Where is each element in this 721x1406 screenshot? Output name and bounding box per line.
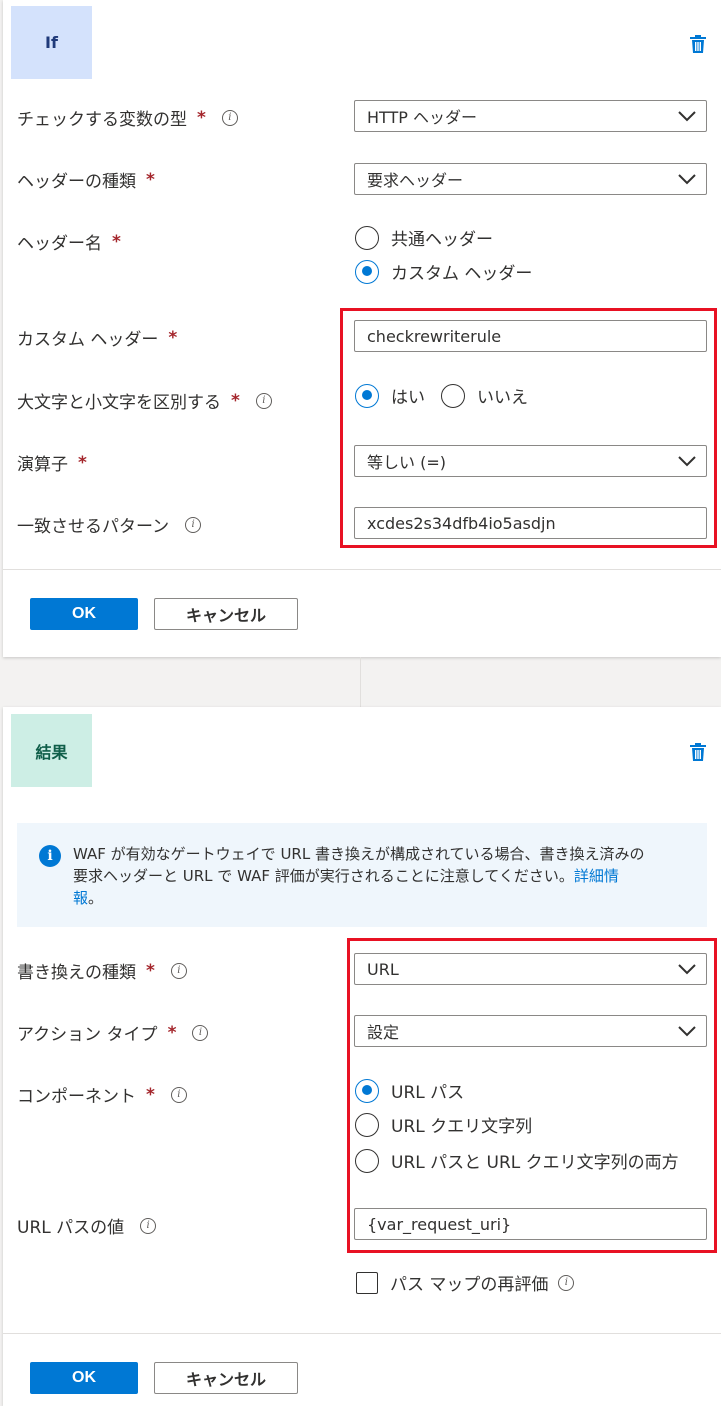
radio-case-no[interactable]: いいえ [441, 383, 528, 408]
info-icon[interactable]: i [255, 392, 272, 409]
info-text-line2: 要求ヘッダーと URL で WAF 評価が実行されることに注意してください。詳細… [73, 867, 619, 885]
radio-button-selected[interactable] [355, 1078, 379, 1103]
info-icon[interactable]: i [170, 962, 187, 979]
radio-button[interactable] [355, 1148, 379, 1173]
info-icon[interactable]: i [558, 1274, 575, 1291]
variable-type-select[interactable]: HTTP ヘッダー [354, 100, 707, 132]
ok-button[interactable]: OK [30, 1362, 138, 1394]
radio-button[interactable] [355, 1112, 379, 1137]
info-icon[interactable]: i [185, 516, 202, 533]
trash-icon[interactable] [690, 743, 706, 761]
divider [3, 569, 721, 570]
chevron-down-icon [678, 456, 696, 467]
condition-card: If チェックする変数の型 * i HTTP ヘッダー ヘッダーの種類 * 要求ヘッ… [3, 0, 721, 657]
info-icon[interactable]: i [221, 109, 238, 126]
info-text-line1: WAF が有効なゲートウェイで URL 書き換えが構成されている場合、書き換え済… [73, 845, 645, 863]
variable-type-label: チェックする変数の型 * i [17, 105, 238, 130]
header-kind-label: ヘッダーの種類 * [17, 169, 155, 193]
radio-url-path[interactable]: URL パス [355, 1078, 464, 1103]
header-kind-select[interactable]: 要求ヘッダー [354, 163, 707, 195]
pattern-label: 一致させるパターン i [17, 512, 202, 537]
cancel-button[interactable]: キャンセル [154, 598, 298, 630]
if-badge: If [11, 6, 92, 79]
radio-button-selected[interactable] [355, 383, 379, 408]
info-text-line3: 報。 [73, 889, 104, 907]
trash-icon[interactable] [690, 35, 706, 53]
result-card: 結果 i WAF が有効なゲートウェイで URL 書き換えが構成されている場合、… [3, 707, 721, 1406]
url-path-value-input[interactable]: {var_request_uri} [354, 1208, 707, 1240]
case-sensitive-label: 大文字と小文字を区別する * i [17, 388, 272, 413]
radio-button[interactable] [441, 383, 465, 408]
chevron-down-icon [678, 111, 696, 122]
radio-url-query[interactable]: URL クエリ文字列 [355, 1112, 532, 1137]
header-name-label: ヘッダー名 * [17, 231, 121, 255]
reevaluate-path-map-checkbox[interactable]: パス マップの再評価 i [356, 1270, 575, 1295]
radio-url-both[interactable]: URL パスと URL クエリ文字列の両方 [355, 1148, 679, 1173]
url-path-value-label: URL パスの値 i [17, 1213, 157, 1238]
radio-custom-header[interactable]: カスタム ヘッダー [355, 259, 532, 284]
learn-more-link-cont[interactable]: 報 [73, 889, 88, 907]
operator-label: 演算子 * [17, 452, 87, 476]
component-label: コンポーネント * i [17, 1082, 187, 1107]
chevron-down-icon [678, 964, 696, 975]
rewrite-type-select[interactable]: URL [354, 953, 707, 985]
radio-common-header[interactable]: 共通ヘッダー [355, 225, 493, 250]
checkbox[interactable] [356, 1271, 378, 1294]
divider [3, 1333, 721, 1334]
action-type-label: アクション タイプ * i [17, 1020, 209, 1045]
chevron-down-icon [678, 174, 696, 185]
radio-case-yes[interactable]: はい [355, 383, 425, 408]
action-type-select[interactable]: 設定 [354, 1015, 707, 1047]
operator-select[interactable]: 等しい (=) [354, 445, 707, 477]
rewrite-type-label: 書き換えの種類 * i [17, 958, 187, 983]
info-message-bar: i WAF が有効なゲートウェイで URL 書き換えが構成されている場合、書き換… [17, 823, 707, 927]
info-icon[interactable]: i [140, 1217, 157, 1234]
custom-header-label: カスタム ヘッダー * [17, 327, 178, 351]
learn-more-link[interactable]: 詳細情 [574, 867, 619, 885]
chevron-down-icon [678, 1026, 696, 1037]
result-badge: 結果 [11, 714, 92, 787]
connector-line [360, 657, 361, 707]
pattern-input[interactable]: xcdes2s34dfb4io5asdjn [354, 507, 707, 539]
info-icon[interactable]: i [170, 1086, 187, 1103]
info-filled-icon: i [39, 845, 61, 867]
custom-header-input[interactable]: checkrewriterule [354, 320, 707, 352]
info-icon[interactable]: i [192, 1024, 209, 1041]
ok-button[interactable]: OK [30, 598, 138, 630]
radio-button-selected[interactable] [355, 259, 379, 284]
radio-button[interactable] [355, 225, 379, 250]
cancel-button[interactable]: キャンセル [154, 1362, 298, 1394]
